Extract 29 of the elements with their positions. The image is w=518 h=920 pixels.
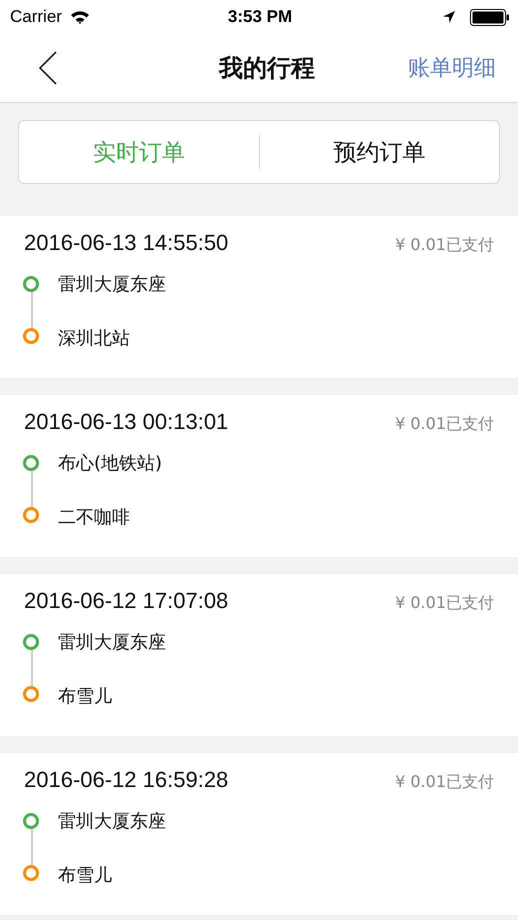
stop-name: 雷圳大厦东座 — [58, 631, 166, 654]
stop-name: 雷圳大厦东座 — [58, 273, 166, 296]
bill-details-link[interactable]: 账单明细 — [376, 53, 496, 83]
stop-name: 雷圳大厦东座 — [58, 810, 166, 833]
clock: 3:53 PM — [228, 7, 292, 27]
trip-card[interactable]: 2016-06-12 17:07:08 ¥ 0.01已支付 雷圳大厦东座 布雪儿 — [0, 574, 518, 736]
battery-icon — [470, 8, 510, 26]
trip-price: ¥ 0.01已支付 — [395, 235, 494, 256]
trip-time: 2016-06-12 17:07:08 — [24, 588, 228, 614]
back-chevron-icon — [38, 51, 58, 85]
trip-time: 2016-06-12 16:59:28 — [24, 767, 228, 793]
stop-name: 深圳北站 — [58, 327, 130, 350]
carrier-name: Carrier — [10, 7, 62, 27]
trip-price: ¥ 0.01已支付 — [395, 593, 494, 614]
stop-name: 二不咖啡 — [58, 506, 130, 529]
location-arrow-icon — [442, 10, 456, 24]
stop-name: 布雪儿 — [58, 685, 112, 708]
trip-card[interactable]: 2016-06-13 14:55:50 ¥ 0.01已支付 雷圳大厦东座 深圳北站 — [0, 216, 518, 378]
trip-card[interactable]: 2016-06-12 16:59:28 ¥ 0.01已支付 雷圳大厦东座 布雪儿 — [0, 753, 518, 915]
segment-tab[interactable]: 预约订单 — [260, 121, 499, 183]
trip-time: 2016-06-13 00:13:01 — [24, 409, 228, 435]
stop-name: 布心(地铁站) — [58, 452, 162, 475]
trip-price: ¥ 0.01已支付 — [395, 414, 494, 435]
trip-time: 2016-06-13 14:55:50 — [24, 230, 228, 256]
stop-name: 布雪儿 — [58, 864, 112, 887]
nav-title: 我的行程 — [219, 53, 315, 84]
trip-card[interactable]: 2016-06-13 00:13:01 ¥ 0.01已支付 布心(地铁站) 二不咖啡 — [0, 395, 518, 557]
trip-price: ¥ 0.01已支付 — [395, 772, 494, 793]
wifi-icon — [70, 10, 90, 24]
